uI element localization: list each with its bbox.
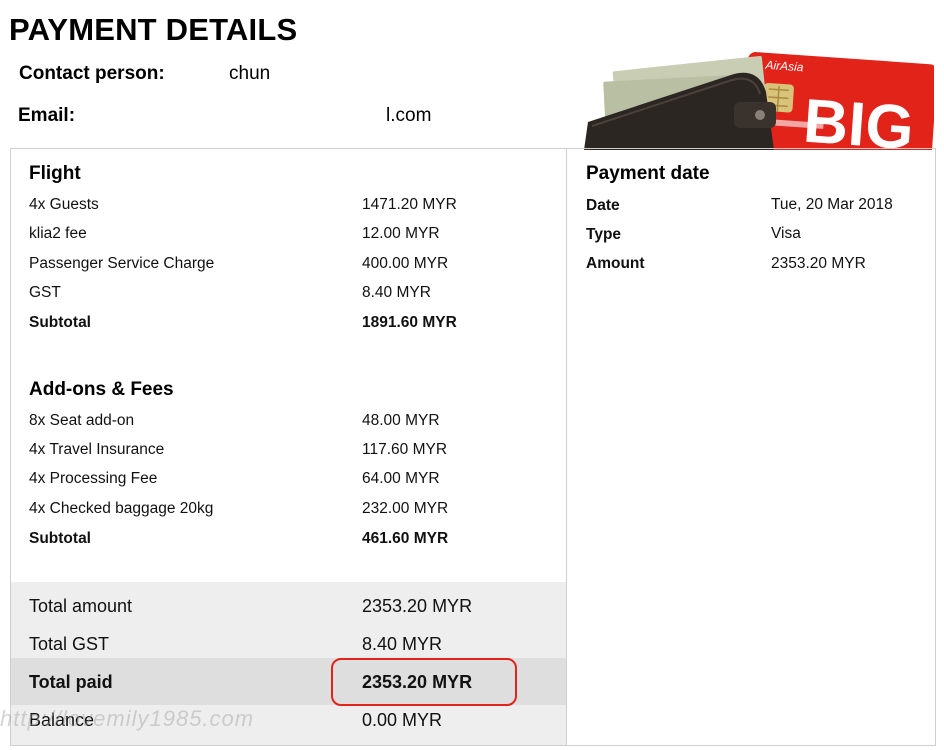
total-gst-value: 8.40 MYR (362, 634, 443, 654)
flight-subtotal-label: Subtotal (29, 314, 91, 331)
contact-person-label: Contact person: (19, 63, 165, 84)
payment-type-label: Type (586, 226, 622, 243)
addon-item-value: 232.00 MYR (362, 500, 449, 517)
balance-value: 0.00 MYR (362, 710, 443, 730)
flight-item-value: 1471.20 MYR (362, 196, 457, 213)
total-paid-label: Total paid (29, 672, 113, 692)
addon-item-label: 4x Processing Fee (29, 470, 158, 487)
wallet-icon: AirAsia BIG (584, 52, 934, 150)
wallet-card-illustration: AirAsia BIG (584, 52, 934, 150)
addon-item-value: 117.60 MYR (362, 441, 448, 458)
flight-subtotal-value: 1891.60 MYR (362, 314, 457, 331)
payment-date-value: Tue, 20 Mar 2018 (771, 196, 893, 213)
page-title: PAYMENT DETAILS (9, 12, 298, 47)
payment-section-title: Payment date (586, 163, 710, 184)
balance-label: Balance (29, 710, 95, 730)
flight-item-value: 400.00 MYR (362, 255, 449, 272)
email-label: Email: (18, 105, 76, 126)
flight-item-value: 8.40 MYR (362, 284, 431, 301)
addons-subtotal-value: 461.60 MYR (362, 530, 449, 547)
svg-text:BIG: BIG (801, 87, 916, 150)
addon-item-value: 48.00 MYR (362, 412, 440, 429)
flight-section-title: Flight (29, 163, 81, 184)
payment-date-label: Date (586, 197, 620, 214)
payment-details-box: Flight 4x Guests 1471.20 MYR klia2 fee 1… (10, 148, 936, 746)
addons-subtotal-label: Subtotal (29, 530, 91, 547)
addons-section-title: Add-ons & Fees (29, 379, 174, 400)
total-gst-label: Total GST (29, 634, 110, 654)
flight-item-label: 4x Guests (29, 196, 99, 213)
payment-amount-label: Amount (586, 255, 645, 272)
addon-item-label: 4x Checked baggage 20kg (29, 500, 214, 517)
column-divider (566, 149, 567, 745)
svg-text:AirAsia: AirAsia (764, 58, 804, 75)
payment-amount-value: 2353.20 MYR (771, 255, 866, 272)
flight-item-label: Passenger Service Charge (29, 255, 215, 272)
payment-type-value: Visa (771, 225, 801, 242)
email-value: l.com (386, 105, 432, 126)
total-amount-label: Total amount (29, 596, 133, 616)
addon-item-label: 8x Seat add-on (29, 412, 135, 429)
contact-person-value: chun (229, 63, 271, 84)
flight-item-label: GST (29, 284, 61, 301)
total-amount-value: 2353.20 MYR (362, 596, 473, 616)
flight-item-value: 12.00 MYR (362, 225, 440, 242)
addon-item-value: 64.00 MYR (362, 470, 440, 487)
addon-item-label: 4x Travel Insurance (29, 441, 165, 458)
total-paid-highlight (331, 658, 517, 706)
flight-item-label: klia2 fee (29, 225, 87, 242)
